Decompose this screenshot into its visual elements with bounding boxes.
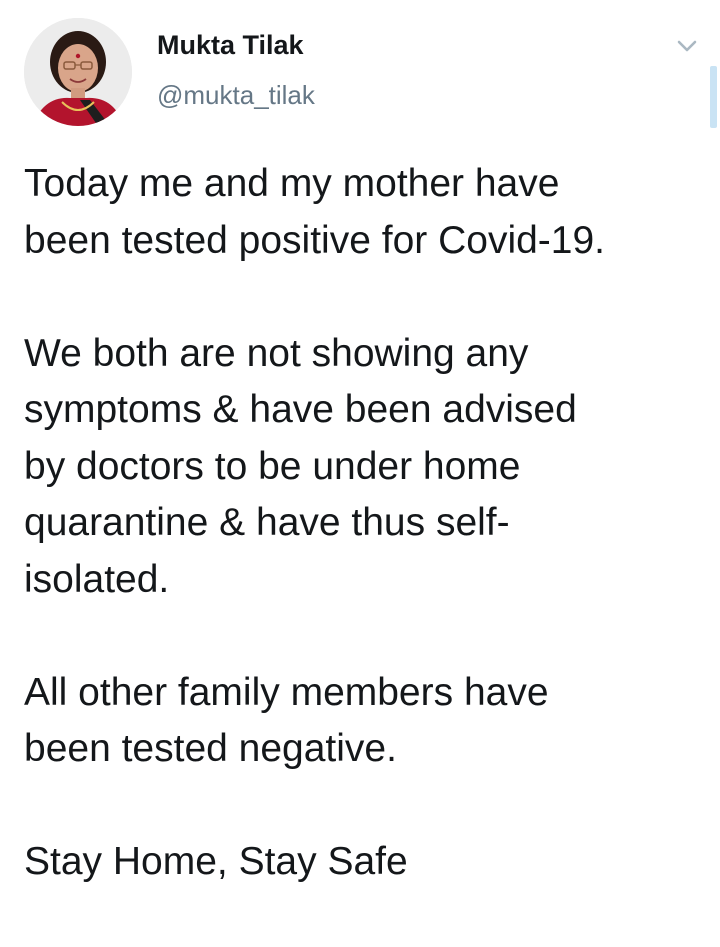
- tweet-line: been tested positive for Covid-19.: [24, 218, 606, 262]
- tweet-card: Mukta Tilak @mukta_tilak Today me and my…: [0, 0, 720, 888]
- tweet-line: Today me and my mother have: [24, 162, 560, 205]
- author-handle[interactable]: @mukta_tilak: [157, 80, 315, 111]
- scroll-indicator: [710, 66, 717, 128]
- tweet-paragraph: We both are not showing any symptoms & h…: [24, 326, 704, 609]
- tweet-line: We both are not showing any: [24, 331, 529, 375]
- tweet-line: been tested negative.: [24, 727, 397, 770]
- tweet-paragraph: Stay Home, Stay Safe: [24, 834, 704, 891]
- tweet-line: Stay Home, Stay Safe: [24, 840, 408, 883]
- tweet-line: symptoms & have been advised: [24, 388, 577, 431]
- tweet-line: All other family members have: [24, 670, 549, 714]
- profile-photo-image: [24, 18, 132, 126]
- tweet-line: quarantine & have thus self-: [24, 501, 510, 544]
- chevron-down-icon[interactable]: [672, 34, 702, 58]
- author-display-name[interactable]: Mukta Tilak: [157, 30, 304, 61]
- tweet-line: isolated.: [24, 557, 170, 601]
- tweet-text: Today me and my mother have been tested …: [24, 156, 704, 947]
- tweet-paragraph: All other family members have been teste…: [24, 665, 704, 778]
- tweet-line: by doctors to be under home: [24, 444, 521, 488]
- avatar[interactable]: [24, 18, 132, 126]
- tweet-paragraph: Today me and my mother have been tested …: [24, 156, 704, 269]
